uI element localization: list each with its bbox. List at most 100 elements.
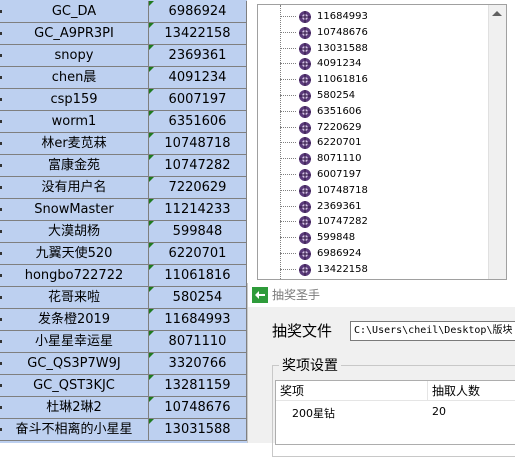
table-row[interactable]: csp159 6007197 [0, 89, 247, 111]
dialog-titlebar[interactable]: 抽奖圣手 [248, 283, 515, 307]
table-row[interactable]: chen晨 4091234 [0, 67, 247, 89]
user-id-cell[interactable]: 8071110 [149, 331, 247, 353]
username-cell[interactable]: 九翼天使520 [0, 243, 149, 265]
username-cell[interactable]: 大漠胡杨 [0, 221, 149, 243]
user-id-cell[interactable]: 2369361 [149, 45, 247, 67]
table-row[interactable]: 没有用户名 7220629 [0, 177, 247, 199]
user-id-cell[interactable]: 10748718 [149, 133, 247, 155]
username-cell[interactable]: GC_A9PR3PI [0, 23, 149, 45]
tree-item[interactable]: 6986924 [258, 246, 488, 262]
username-cell[interactable]: hongbo722722 [0, 265, 149, 287]
file-path-input[interactable]: C:\Users\cheil\Desktop\版块 [350, 321, 515, 341]
user-id-cell[interactable]: 3320766 [149, 353, 247, 375]
user-node-icon [299, 200, 311, 213]
user-id-cell[interactable]: 599848 [149, 221, 247, 243]
tree-item[interactable]: 580254 [258, 88, 488, 104]
username-cell[interactable]: 林er麦苋菻 [0, 133, 149, 155]
user-id-cell[interactable]: 13281159 [149, 375, 247, 397]
tree-item[interactable]: 4091234 [258, 56, 488, 72]
user-id-cell[interactable]: 10747282 [149, 155, 247, 177]
username-cell[interactable]: chen晨 [0, 67, 149, 89]
user-id-cell[interactable]: 6220701 [149, 243, 247, 265]
tree-branch-line [280, 174, 296, 175]
table-row[interactable]: snopy 2369361 [0, 45, 247, 67]
username-cell[interactable]: 杜琳2琳2 [0, 397, 149, 419]
table-row[interactable]: worm1 6351606 [0, 111, 247, 133]
user-node-icon [299, 74, 311, 87]
username-cell[interactable]: csp159 [0, 89, 149, 111]
user-id-cell[interactable]: 7220629 [149, 177, 247, 199]
username-cell[interactable]: SnowMaster [0, 199, 149, 221]
scroll-up-icon[interactable] [492, 11, 502, 16]
column-header-count[interactable]: 抽取人数 [428, 381, 515, 401]
table-row[interactable]: GC_QST3KJC 13281159 [0, 375, 247, 397]
tree-item[interactable]: 8071110 [258, 151, 488, 167]
table-row[interactable]: hongbo722722 11061816 [0, 265, 247, 287]
user-id-cell[interactable]: 13031588 [149, 419, 247, 441]
user-id-cell[interactable]: 13422158 [149, 23, 247, 45]
tree-item[interactable]: 11061816 [258, 72, 488, 88]
table-row[interactable]: 发条橙2019 11684993 [0, 309, 247, 331]
tree-item-label: 580254 [317, 90, 356, 101]
username-cell[interactable]: 没有用户名 [0, 177, 149, 199]
tree-item[interactable]: 13031588 [258, 41, 488, 57]
tree-item[interactable]: 6351606 [258, 104, 488, 120]
username-cell[interactable]: GC_QST3KJC [0, 375, 149, 397]
username-cell[interactable]: 小星星幸运星 [0, 331, 149, 353]
user-tree-view[interactable]: 11684993 10748676 13031588 4091234 11061816 5… [257, 4, 507, 280]
user-id-cell[interactable]: 6007197 [149, 89, 247, 111]
user-id-cell[interactable]: 11061816 [149, 265, 247, 287]
username-cell[interactable]: 发条橙2019 [0, 309, 149, 331]
user-id-cell[interactable]: 4091234 [149, 67, 247, 89]
column-header-prize[interactable]: 奖项 [276, 381, 428, 401]
table-row[interactable]: 林er麦苋菻 10748718 [0, 133, 247, 155]
tree-item[interactable]: 6007197 [258, 167, 488, 183]
user-node-icon [299, 137, 311, 150]
user-node-icon [299, 90, 311, 102]
user-node-icon [299, 232, 311, 245]
username-cell[interactable]: GC_DA [0, 1, 149, 23]
user-id-cell[interactable]: 11214233 [149, 199, 247, 221]
tree-scrollbar[interactable] [488, 5, 506, 279]
table-row[interactable]: 大漠胡杨 599848 [0, 221, 247, 243]
username-cell[interactable]: snopy [0, 45, 149, 67]
username-cell[interactable]: 奋斗不相离的小星星 [0, 419, 149, 441]
user-node-icon [299, 105, 311, 118]
tree-item-label: 11061816 [317, 74, 368, 86]
tree-item[interactable]: 10748718 [258, 183, 488, 199]
table-row[interactable]: 小星星幸运星 8071110 [0, 331, 247, 353]
tree-branch-line [280, 253, 296, 254]
username-cell[interactable]: worm1 [0, 111, 149, 133]
table-row[interactable]: 花哥来啦 580254 [0, 287, 247, 309]
user-id-cell[interactable]: 6986924 [149, 1, 247, 23]
tree-branch-line [280, 221, 296, 223]
prize-name-cell[interactable]: 200星钻 [292, 405, 335, 421]
tree-branch-line [280, 126, 296, 128]
user-id-cell[interactable]: 580254 [149, 287, 247, 309]
prize-list[interactable]: 奖项 抽取人数 200星钻 20 [275, 380, 515, 445]
tree-item[interactable]: 11684993 [258, 9, 488, 25]
username-cell[interactable]: 富康金苑 [0, 155, 149, 177]
user-id-cell[interactable]: 10748676 [149, 397, 247, 419]
username-cell[interactable]: 花哥来啦 [0, 287, 149, 309]
tree-item[interactable]: 10748676 [258, 25, 488, 41]
prize-count-cell[interactable]: 20 [432, 405, 446, 418]
table-row[interactable]: SnowMaster 11214233 [0, 199, 247, 221]
table-row[interactable]: GC_QS3P7W9J 3320766 [0, 353, 247, 375]
user-id-cell[interactable]: 11684993 [149, 309, 247, 331]
tree-item[interactable]: 6220701 [258, 135, 488, 151]
username-cell[interactable]: GC_QS3P7W9J [0, 353, 149, 375]
table-row[interactable]: 奋斗不相离的小星星 13031588 [0, 419, 247, 441]
tree-item[interactable]: 13422158 [258, 262, 488, 278]
tree-item[interactable]: 599848 [258, 230, 488, 246]
table-row[interactable]: 九翼天使520 6220701 [0, 243, 247, 265]
table-row[interactable]: 富康金苑 10747282 [0, 155, 247, 177]
table-row[interactable]: GC_DA 6986924 [0, 1, 247, 23]
tree-item[interactable]: 2369361 [258, 199, 488, 215]
table-row[interactable]: 杜琳2琳2 10748676 [0, 397, 247, 419]
tree-item[interactable]: 10747282 [258, 214, 488, 230]
table-row[interactable]: GC_A9PR3PI 13422158 [0, 23, 247, 45]
user-node-icon [299, 153, 311, 166]
user-id-cell[interactable]: 6351606 [149, 111, 247, 133]
tree-item[interactable]: 7220629 [258, 120, 488, 136]
